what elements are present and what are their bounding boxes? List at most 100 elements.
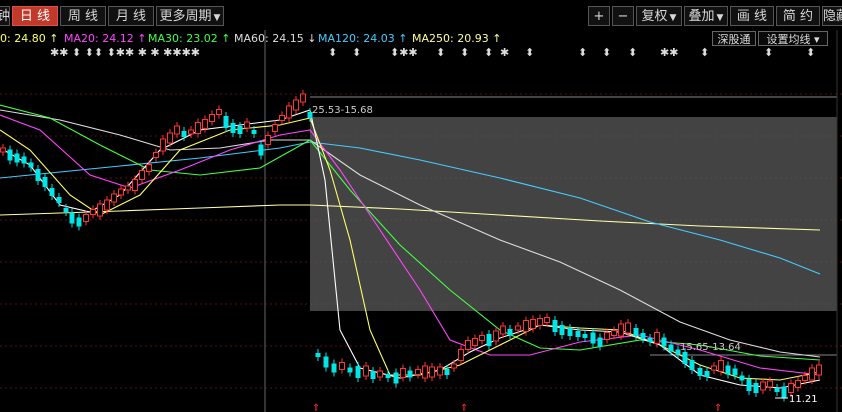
candle-body	[174, 125, 180, 135]
hide-button[interactable]: 隐藏	[822, 6, 842, 26]
overlay-button[interactable]: 叠加 ▼	[684, 6, 728, 26]
candle-body	[286, 105, 292, 119]
chevron-down-icon: ▼	[669, 13, 677, 23]
candle-body	[139, 170, 145, 180]
candle-body	[315, 353, 321, 357]
candle-body	[781, 386, 787, 398]
tab-daily[interactable]: 日 线	[12, 6, 58, 26]
candle-body	[718, 360, 724, 372]
ma20-legend: MA20: 24.12 ↑	[64, 32, 147, 45]
candle-body	[625, 322, 631, 334]
candle-body	[125, 185, 131, 191]
svg-text:⬍: ⬍	[602, 46, 611, 59]
svg-text:⇑: ⇑	[460, 403, 468, 412]
candle-body	[437, 366, 443, 376]
event-markers-right: ⬍ ⬍ ⬍✱✱ ⬍ ⬍ ⬍ ✱ ⬍ ⬍ ⬍ ⬍ ✱✱ ⬍ ⬍ ⬍	[328, 46, 815, 59]
candle-body	[258, 144, 264, 156]
candle-body	[323, 356, 329, 368]
zoom-out-button[interactable]: −	[612, 6, 634, 26]
candle-body	[7, 149, 13, 161]
candle-body	[640, 333, 646, 339]
chevron-down-icon: ▾	[813, 33, 820, 46]
candle-body	[230, 123, 236, 133]
candle-body	[767, 380, 773, 388]
draw-line-button[interactable]: 画 线	[730, 6, 774, 26]
candle-body	[69, 212, 75, 224]
candle-body	[415, 369, 421, 375]
candle-body	[507, 329, 513, 335]
range-label-2: 15.65-13.64	[680, 342, 741, 353]
ma120-legend: MA120: 24.03 ↑	[318, 32, 408, 45]
adjust-rights-label: 复权	[641, 9, 668, 24]
candle-body	[209, 114, 215, 122]
candle-body	[265, 135, 271, 145]
svg-text:⬍✱✱: ⬍✱✱	[390, 46, 418, 59]
candle-body	[160, 138, 166, 152]
adjust-rights-button[interactable]: 复权 ▼	[636, 6, 682, 26]
candle-body	[407, 370, 413, 378]
candle-body	[732, 368, 738, 376]
chevron-down-icon: ▼	[716, 13, 724, 23]
candle-body	[195, 122, 201, 134]
kline-chart[interactable]: ✱✱ ⬍ ⬍⬍ ⬍✱✱ ✱ ✱ ✱✱✱✱ ⬍ ⬍ ⬍✱✱ ⬍ ⬍ ⬍ ✱ ⬍ ⬍ ⬍ ⬍ ✱✱ …	[0, 0, 842, 412]
candle-body	[331, 363, 337, 373]
candle-body	[237, 126, 243, 134]
candle-body	[223, 116, 229, 128]
chevron-down-icon: ▼	[213, 13, 221, 23]
candle-body	[682, 352, 688, 364]
candle-body	[90, 209, 96, 215]
candle-body	[244, 121, 250, 129]
candle-body	[14, 153, 20, 163]
candle-body	[654, 332, 660, 344]
candle-body	[370, 371, 376, 379]
candle-body	[689, 360, 695, 370]
candle-body	[567, 328, 573, 336]
svg-text:⇑: ⇑	[312, 403, 320, 412]
svg-text:⬍: ⬍	[525, 46, 534, 59]
svg-text:⬍: ⬍	[700, 46, 709, 59]
candle-body	[575, 331, 581, 337]
zoom-in-button[interactable]: +	[588, 6, 610, 26]
candle-body	[760, 381, 766, 391]
candle-body	[479, 335, 485, 341]
tab-more-periods[interactable]: 更多周期 ▼	[156, 6, 224, 26]
candle-body	[465, 340, 471, 350]
candle-body	[111, 193, 117, 203]
candle-body	[597, 337, 603, 347]
candle-body	[56, 197, 62, 203]
candle-body	[181, 131, 187, 137]
candle-body	[523, 320, 529, 332]
candle-body	[429, 366, 435, 378]
low-price-label: 11.21	[789, 394, 818, 405]
svg-text:⬍: ⬍	[628, 46, 637, 59]
candle-body	[704, 371, 710, 377]
candle-body	[300, 93, 306, 103]
overlay-label: 叠加	[688, 9, 715, 24]
tab-monthly[interactable]: 月 线	[108, 6, 154, 26]
ma-settings-button[interactable]: 设置均线 ▾	[758, 31, 828, 46]
candle-body	[28, 162, 34, 168]
svg-text:⬍: ⬍	[484, 46, 493, 59]
svg-text:⬍: ⬍	[352, 46, 361, 59]
candle-body	[104, 199, 110, 211]
candle-body	[500, 325, 506, 335]
candle-body	[279, 115, 285, 121]
candle-body	[21, 156, 27, 164]
candle-body	[753, 383, 759, 393]
candle-body	[788, 383, 794, 393]
candle-body	[42, 177, 48, 187]
candle-body	[739, 375, 745, 381]
candle-body	[816, 364, 822, 376]
tab-minute[interactable]: 钟	[0, 6, 10, 26]
svg-text:⬍: ⬍	[328, 46, 337, 59]
candle-body	[444, 369, 450, 375]
candle-body	[537, 318, 543, 326]
exchange-badge[interactable]: 深股通	[712, 31, 756, 46]
candle-body	[339, 362, 345, 370]
ma250-legend: MA250: 20.93 ↑	[412, 32, 502, 45]
chart-toolbar: 钟 日 线 周 线 月 线 更多周期▼ + − 复权▼ 叠加▼ 画 线 简 约 …	[0, 0, 842, 30]
simple-mode-button[interactable]: 简 约	[776, 6, 820, 26]
event-markers-row: ✱✱ ⬍ ⬍⬍ ⬍✱✱ ✱ ✱ ✱✱✱✱	[50, 46, 200, 59]
candle-body	[530, 319, 536, 329]
tab-weekly[interactable]: 周 线	[60, 6, 106, 26]
